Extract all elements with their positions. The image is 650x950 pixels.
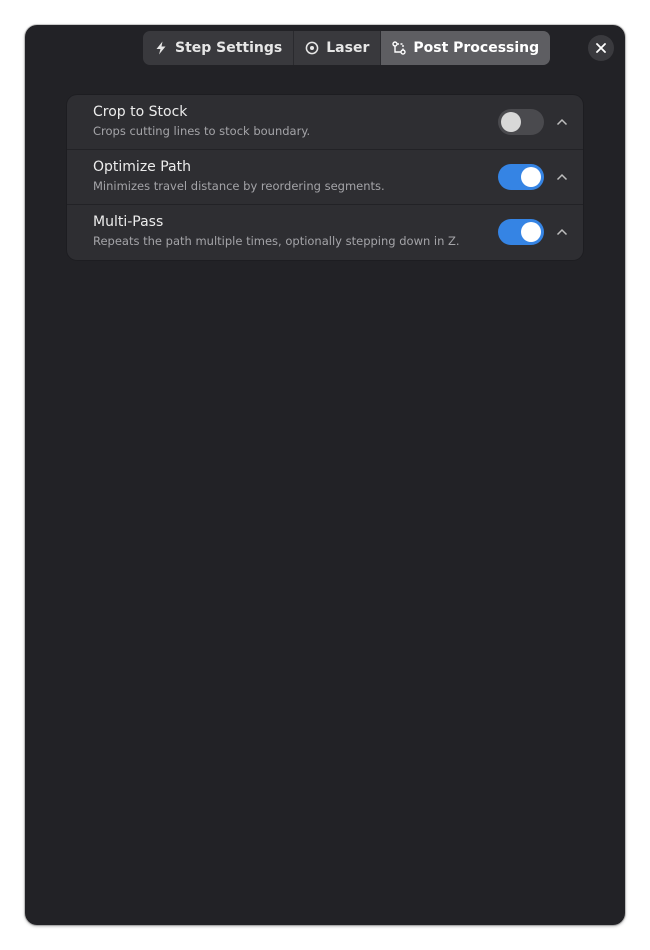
tab-post-processing[interactable]: Post Processing xyxy=(381,31,551,65)
row-title: Crop to Stock xyxy=(93,104,188,120)
list-item-multi-pass: Multi-Pass Repeats the path multiple tim… xyxy=(67,205,583,260)
list-item-crop-to-stock: Crop to Stock Crops cutting lines to sto… xyxy=(67,95,583,150)
chevron-up-icon xyxy=(555,115,569,129)
post-processing-list: Crop to Stock Crops cutting lines to sto… xyxy=(67,95,583,260)
switch-knob xyxy=(521,222,541,242)
switch-knob xyxy=(521,167,541,187)
tab-bar: Step Settings Laser Post Processing xyxy=(143,31,551,65)
expand-row-button[interactable] xyxy=(555,170,569,184)
row-subtitle: Crops cutting lines to stock boundary. xyxy=(93,124,311,138)
row-title: Optimize Path xyxy=(93,159,191,175)
tab-label: Laser xyxy=(326,40,370,56)
expand-row-button[interactable] xyxy=(555,225,569,239)
list-item-optimize-path: Optimize Path Minimizes travel distance … xyxy=(67,150,583,205)
tab-laser[interactable]: Laser xyxy=(294,31,382,65)
flow-icon xyxy=(392,41,407,55)
row-title: Multi-Pass xyxy=(93,214,164,230)
row-subtitle: Minimizes travel distance by reordering … xyxy=(93,179,385,193)
chevron-up-icon xyxy=(555,170,569,184)
optimize-path-switch[interactable] xyxy=(498,164,544,190)
close-button[interactable] xyxy=(588,35,614,61)
target-icon xyxy=(305,41,319,55)
multi-pass-switch[interactable] xyxy=(498,219,544,245)
lightning-icon xyxy=(154,41,168,55)
tab-label: Step Settings xyxy=(175,40,283,56)
tab-step-settings[interactable]: Step Settings xyxy=(143,31,295,65)
expand-row-button[interactable] xyxy=(555,115,569,129)
switch-knob xyxy=(501,112,521,132)
row-subtitle: Repeats the path multiple times, optiona… xyxy=(93,234,460,248)
dialog-window: Step Settings Laser Post Processing Crop… xyxy=(25,25,625,925)
chevron-up-icon xyxy=(555,225,569,239)
tab-label: Post Processing xyxy=(413,40,540,56)
close-icon xyxy=(596,43,606,53)
crop-to-stock-switch[interactable] xyxy=(498,109,544,135)
